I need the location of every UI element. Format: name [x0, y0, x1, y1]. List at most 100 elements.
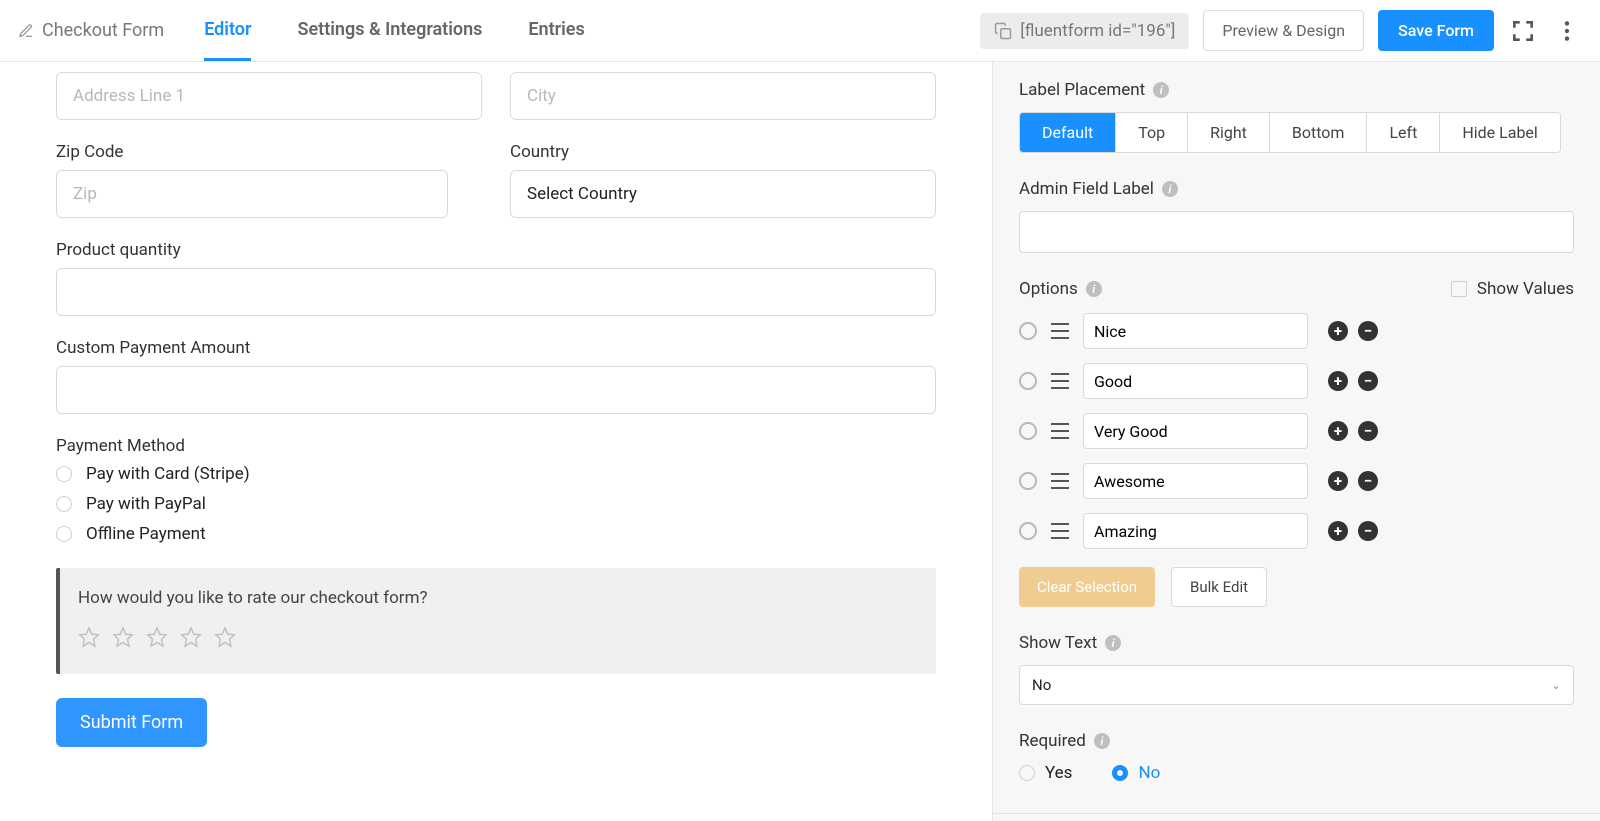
fullscreen-button[interactable]	[1508, 16, 1538, 46]
settings-sidebar: Label Placement i Default Top Right Bott…	[992, 62, 1600, 821]
payment-method-option-label: Offline Payment	[86, 524, 206, 544]
placement-top[interactable]: Top	[1116, 113, 1188, 152]
options-label: Options	[1019, 279, 1078, 299]
country-select-value: Select Country	[527, 184, 637, 204]
form-title: Checkout Form	[42, 20, 164, 41]
options-list: + − + −	[1019, 313, 1574, 549]
fullscreen-icon	[1510, 18, 1536, 44]
admin-field-label: Admin Field Label	[1019, 179, 1154, 199]
advanced-options-toggle[interactable]: Advanced Options	[993, 814, 1600, 821]
remove-option-button[interactable]: −	[1358, 521, 1378, 541]
tab-entries[interactable]: Entries	[528, 1, 584, 61]
add-option-button[interactable]: +	[1328, 471, 1348, 491]
drag-handle-icon[interactable]	[1051, 523, 1069, 539]
add-option-button[interactable]: +	[1328, 421, 1348, 441]
show-text-select[interactable]: No ⌄	[1019, 665, 1574, 705]
bulk-edit-button[interactable]: Bulk Edit	[1171, 567, 1267, 607]
info-icon[interactable]: i	[1105, 635, 1121, 651]
option-row: + −	[1019, 413, 1574, 449]
shortcode-pill[interactable]: [fluentform id="196"]	[980, 13, 1189, 49]
required-yes-label: Yes	[1045, 763, 1072, 783]
placement-default[interactable]: Default	[1020, 113, 1116, 152]
country-select[interactable]: Select Country	[510, 170, 936, 218]
drag-handle-icon[interactable]	[1051, 373, 1069, 389]
option-row: + −	[1019, 513, 1574, 549]
tab-editor[interactable]: Editor	[204, 1, 251, 61]
payment-method-option-label: Pay with Card (Stripe)	[86, 464, 250, 484]
info-icon[interactable]: i	[1153, 82, 1169, 98]
city-input[interactable]	[510, 72, 936, 120]
option-default-radio[interactable]	[1019, 472, 1037, 490]
custom-payment-input[interactable]	[56, 366, 936, 414]
option-row: + −	[1019, 313, 1574, 349]
more-menu-button[interactable]	[1552, 16, 1582, 46]
add-option-button[interactable]: +	[1328, 521, 1348, 541]
info-icon[interactable]: i	[1162, 181, 1178, 197]
remove-option-button[interactable]: −	[1358, 371, 1378, 391]
rating-field-selected[interactable]: How would you like to rate our checkout …	[56, 568, 936, 674]
star-icon[interactable]	[112, 626, 134, 648]
required-no-option[interactable]: No	[1112, 763, 1160, 783]
product-quantity-label: Product quantity	[56, 240, 936, 260]
payment-methods-group: Pay with Card (Stripe) Pay with PayPal O…	[56, 464, 936, 544]
payment-method-option[interactable]: Pay with PayPal	[56, 494, 936, 514]
radio-icon	[56, 466, 72, 482]
star-icon[interactable]	[146, 626, 168, 648]
placement-hide[interactable]: Hide Label	[1440, 113, 1559, 152]
placement-right[interactable]: Right	[1188, 113, 1270, 152]
option-default-radio[interactable]	[1019, 322, 1037, 340]
admin-field-input[interactable]	[1019, 211, 1574, 253]
payment-method-label: Payment Method	[56, 436, 936, 456]
payment-method-option[interactable]: Offline Payment	[56, 524, 936, 544]
add-option-button[interactable]: +	[1328, 371, 1348, 391]
clear-selection-button[interactable]: Clear Selection	[1019, 567, 1155, 607]
option-label-input[interactable]	[1083, 463, 1308, 499]
option-default-radio[interactable]	[1019, 522, 1037, 540]
submit-button[interactable]: Submit Form	[56, 698, 207, 747]
tab-settings[interactable]: Settings & Integrations	[297, 1, 482, 61]
rating-stars[interactable]	[78, 626, 918, 648]
star-icon[interactable]	[180, 626, 202, 648]
option-default-radio[interactable]	[1019, 372, 1037, 390]
option-label-input[interactable]	[1083, 313, 1308, 349]
top-bar-left: Checkout Form Editor Settings & Integrat…	[18, 1, 585, 61]
preview-design-button[interactable]: Preview & Design	[1203, 10, 1364, 51]
address-line1-input[interactable]	[56, 72, 482, 120]
radio-icon	[56, 526, 72, 542]
option-default-radio[interactable]	[1019, 422, 1037, 440]
info-icon[interactable]: i	[1094, 733, 1110, 749]
required-group: Yes No	[1019, 763, 1574, 783]
option-label-input[interactable]	[1083, 513, 1308, 549]
required-label: Required	[1019, 731, 1086, 751]
drag-handle-icon[interactable]	[1051, 323, 1069, 339]
radio-icon	[56, 496, 72, 512]
drag-handle-icon[interactable]	[1051, 473, 1069, 489]
breadcrumb[interactable]: Checkout Form	[18, 20, 164, 41]
show-values-label: Show Values	[1477, 279, 1574, 299]
tabs: Editor Settings & Integrations Entries	[204, 1, 585, 61]
form-canvas: Zip Code Country Select Country Product …	[0, 62, 992, 821]
option-row: + −	[1019, 363, 1574, 399]
option-label-input[interactable]	[1083, 413, 1308, 449]
remove-option-button[interactable]: −	[1358, 321, 1378, 341]
required-no-label: No	[1138, 763, 1160, 783]
remove-option-button[interactable]: −	[1358, 471, 1378, 491]
star-icon[interactable]	[214, 626, 236, 648]
zip-input[interactable]	[56, 170, 448, 218]
chevron-down-icon: ⌄	[1551, 678, 1561, 692]
radio-icon	[1019, 765, 1035, 781]
product-quantity-input[interactable]	[56, 268, 936, 316]
show-values-toggle[interactable]: Show Values	[1451, 279, 1574, 299]
placement-left[interactable]: Left	[1367, 113, 1440, 152]
option-label-input[interactable]	[1083, 363, 1308, 399]
add-option-button[interactable]: +	[1328, 321, 1348, 341]
placement-bottom[interactable]: Bottom	[1270, 113, 1368, 152]
option-row: + −	[1019, 463, 1574, 499]
drag-handle-icon[interactable]	[1051, 423, 1069, 439]
save-form-button[interactable]: Save Form	[1378, 10, 1494, 51]
star-icon[interactable]	[78, 626, 100, 648]
remove-option-button[interactable]: −	[1358, 421, 1378, 441]
required-yes-option[interactable]: Yes	[1019, 763, 1072, 783]
payment-method-option[interactable]: Pay with Card (Stripe)	[56, 464, 936, 484]
info-icon[interactable]: i	[1086, 281, 1102, 297]
